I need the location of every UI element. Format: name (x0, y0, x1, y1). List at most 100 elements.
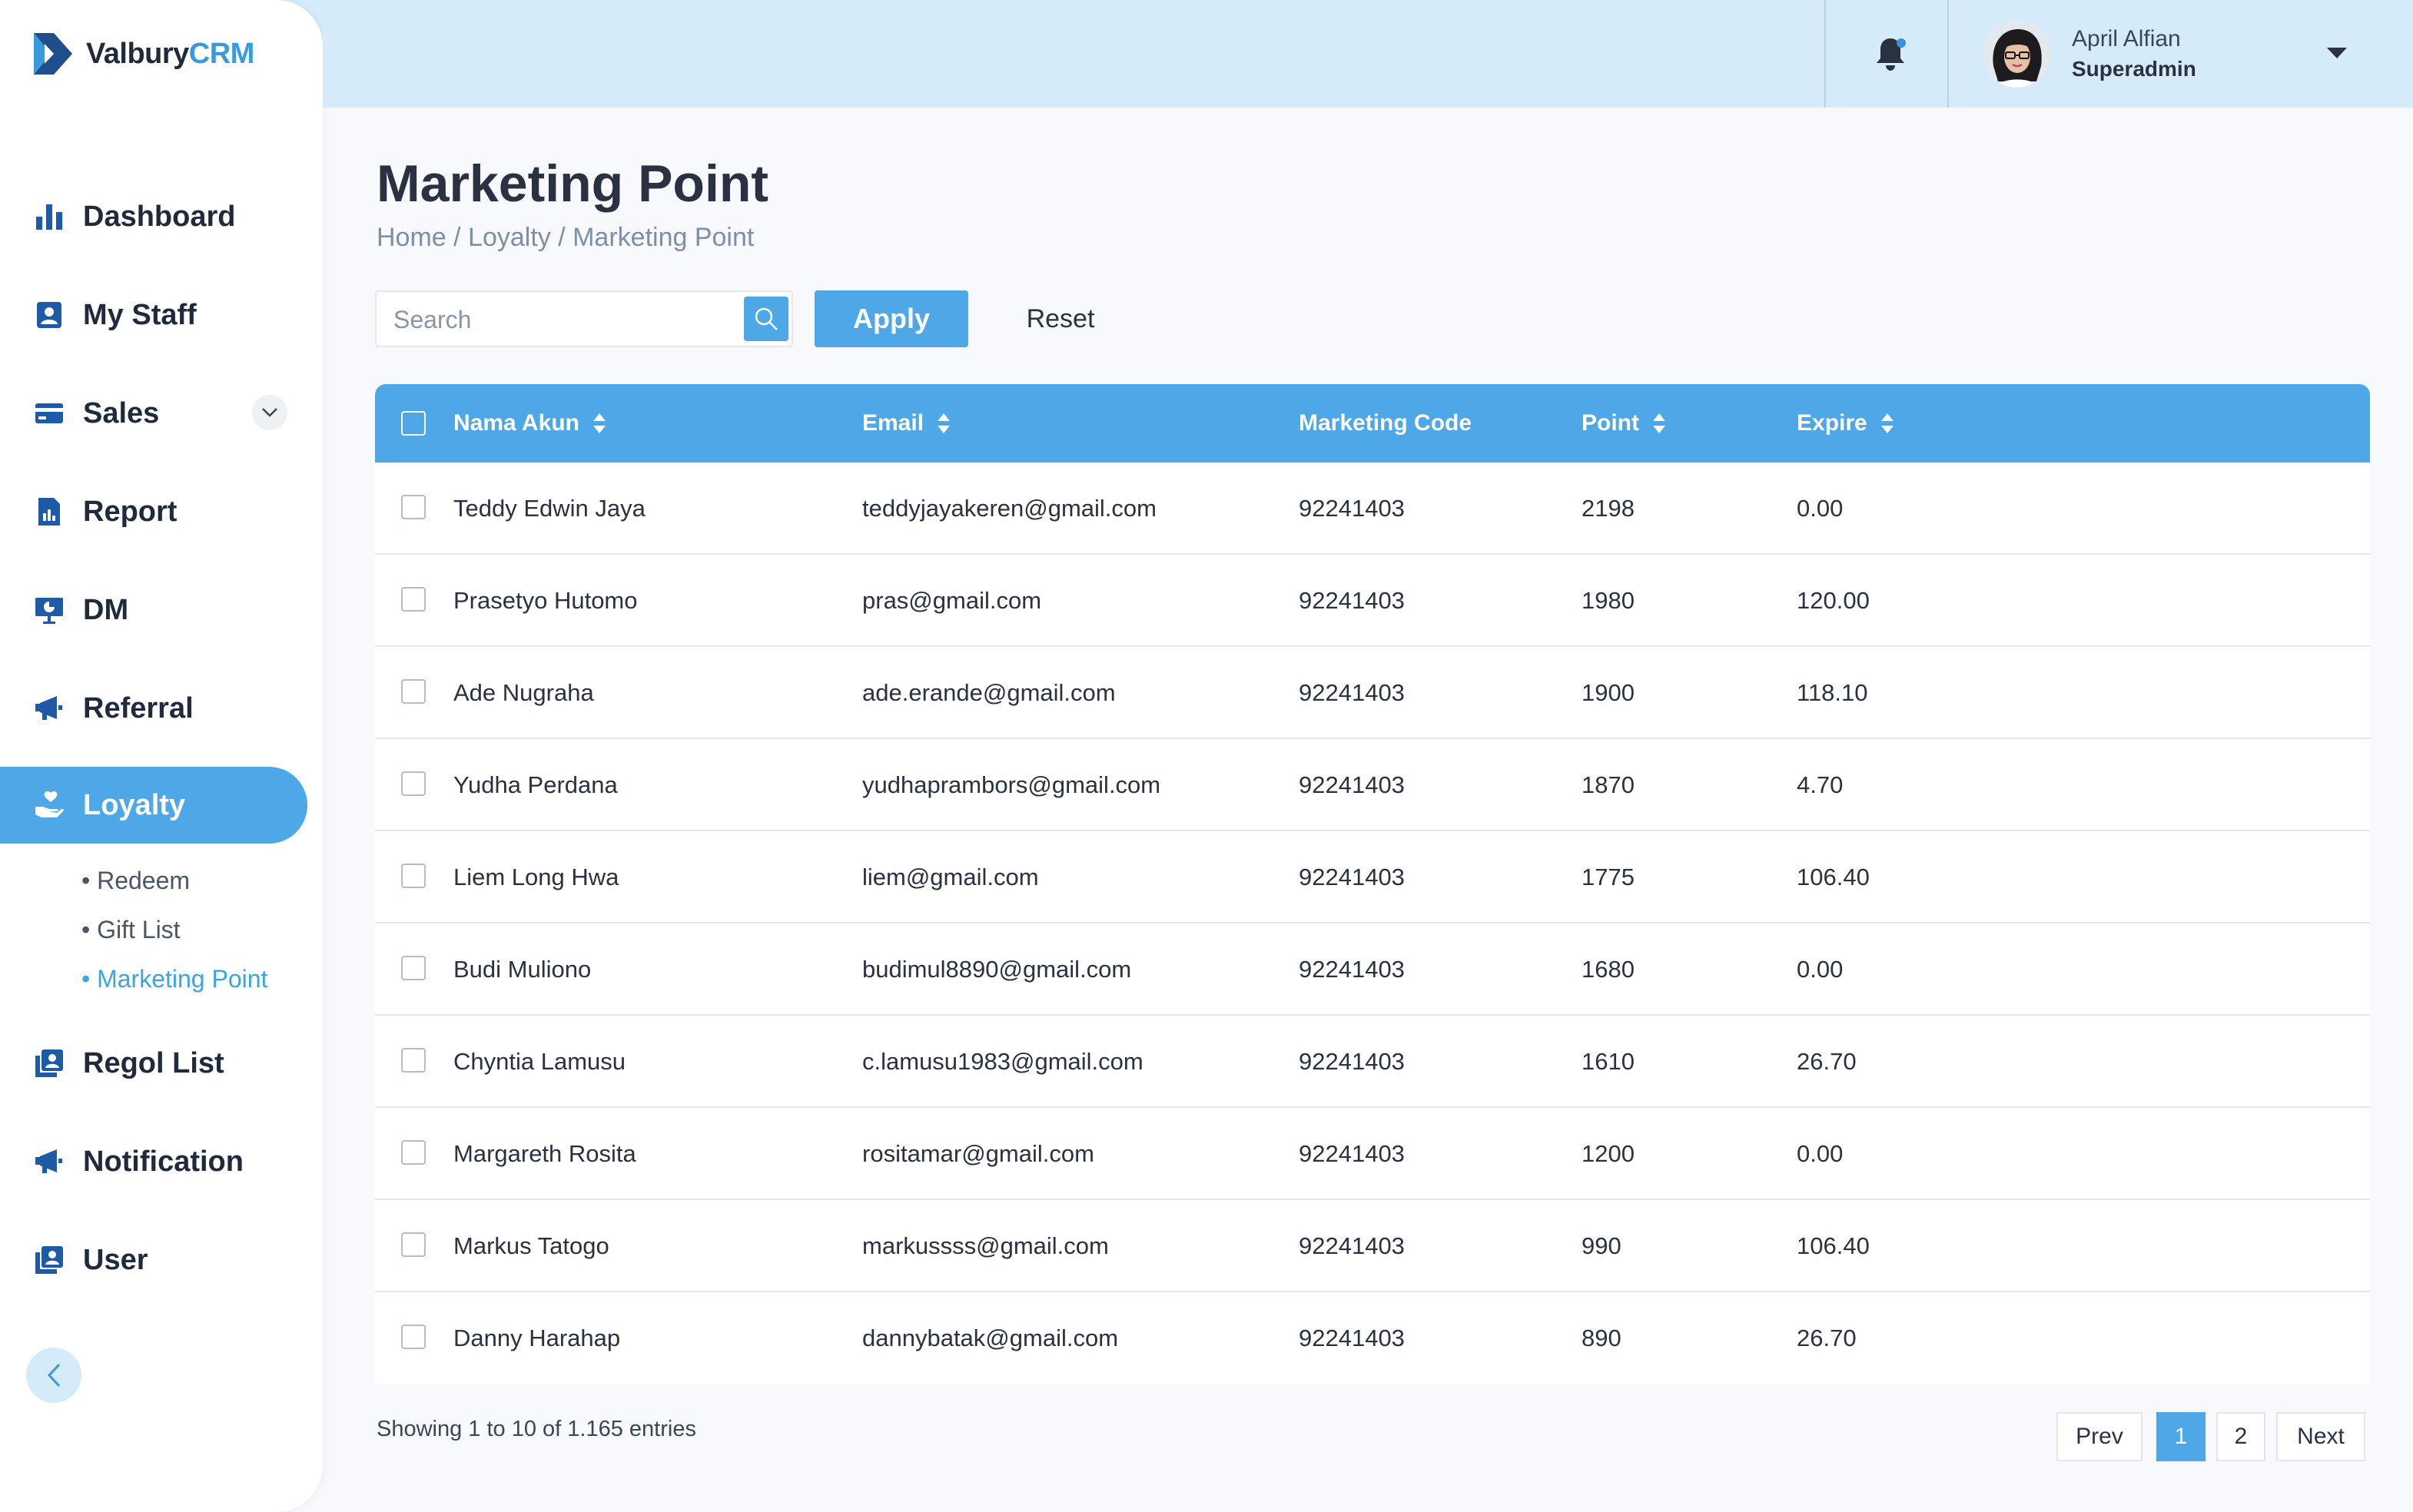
cell-email: c.lamusu1983@gmail.com (862, 1048, 1143, 1075)
megaphone-icon (32, 691, 66, 725)
cell-name: Markus Tatogo (453, 1232, 609, 1259)
column-header-point[interactable]: Point (1582, 384, 1665, 463)
notification-bell-icon[interactable] (1874, 35, 1907, 72)
select-all-checkbox[interactable] (401, 411, 426, 436)
sort-icon[interactable] (592, 413, 606, 433)
collapse-sidebar-button[interactable] (26, 1348, 81, 1403)
valbury-logo-icon (34, 33, 72, 75)
row-checkbox[interactable] (401, 771, 426, 796)
notification-dot (1897, 38, 1906, 48)
sidebar-item-label: Loyalty (83, 788, 186, 821)
avatar[interactable] (1983, 20, 2050, 88)
cell-expire: 26.70 (1797, 1048, 1857, 1075)
chevron-down-icon[interactable] (252, 395, 287, 430)
cell-point: 990 (1582, 1232, 1621, 1259)
sidebar-subitem-marketing-point[interactable]: • Marketing Point (81, 965, 267, 993)
cell-email: pras@gmail.com (862, 587, 1042, 614)
table-row[interactable]: Liem Long Hwa liem@gmail.com 92241403 1775 1… (375, 831, 2370, 923)
row-checkbox[interactable] (401, 1232, 426, 1257)
row-checkbox[interactable] (401, 864, 426, 888)
sidebar-item-dm[interactable]: DM (0, 572, 307, 648)
cell-expire: 0.00 (1797, 1140, 1844, 1167)
sidebar-item-label: User (83, 1243, 148, 1276)
sort-icon[interactable] (938, 413, 951, 433)
sidebar-subitem-gift-list[interactable]: • Gift List (81, 916, 181, 944)
table-row[interactable]: Chyntia Lamusu c.lamusu1983@gmail.com 9224… (375, 1016, 2370, 1108)
cell-marketing-code: 92241403 (1299, 771, 1405, 798)
row-checkbox[interactable] (401, 1048, 426, 1073)
cell-email: rositamar@gmail.com (862, 1140, 1094, 1167)
table-row[interactable]: Margareth Rosita rositamar@gmail.com 92241… (375, 1108, 2370, 1200)
sidebar-item-referral[interactable]: Referral (0, 670, 307, 747)
topbar (323, 0, 2413, 108)
breadcrumb[interactable]: Home / Loyalty / Marketing Point (377, 223, 754, 253)
column-header-email[interactable]: Email (862, 384, 951, 463)
sidebar-item-user[interactable]: User (0, 1222, 307, 1298)
marketing-point-table: Nama Akun Email Marketing Code Point Exp… (375, 384, 2370, 1384)
sidebar-item-notification[interactable]: Notification (0, 1123, 307, 1200)
cell-name: Prasetyo Hutomo (453, 587, 638, 614)
column-label: Email (862, 410, 924, 436)
row-checkbox[interactable] (401, 679, 426, 704)
sidebar-item-dashboard[interactable]: Dashboard (0, 178, 307, 255)
cell-marketing-code: 92241403 (1299, 1140, 1405, 1167)
cell-name: Teddy Edwin Jaya (453, 495, 646, 522)
search-button[interactable] (744, 297, 788, 341)
sidebar-item-loyalty[interactable]: Loyalty (0, 767, 307, 844)
column-header-marketing-code: Marketing Code (1299, 384, 1472, 463)
row-checkbox[interactable] (401, 587, 426, 612)
contacts-icon (32, 1046, 66, 1080)
reset-button[interactable]: Reset (1014, 290, 1107, 347)
row-checkbox[interactable] (401, 495, 426, 519)
report-icon (32, 495, 66, 529)
sidebar-item-label: Sales (83, 396, 160, 429)
page-1-button[interactable]: 1 (2156, 1412, 2206, 1461)
sidebar-item-label: My Staff (83, 298, 197, 331)
table-row[interactable]: Danny Harahap dannybatak@gmail.com 9224140… (375, 1292, 2370, 1384)
sidebar-item-label: Regol List (83, 1046, 224, 1079)
cell-expire: 26.70 (1797, 1325, 1857, 1351)
search-field[interactable] (375, 290, 793, 347)
table-row[interactable]: Yudha Perdana yudhaprambors@gmail.com 9224… (375, 739, 2370, 831)
table-row[interactable]: Prasetyo Hutomo pras@gmail.com 92241403 198… (375, 555, 2370, 647)
app-logo[interactable]: ValburyCRM (28, 29, 254, 78)
row-checkbox[interactable] (401, 956, 426, 980)
table-header: Nama Akun Email Marketing Code Point Exp… (375, 384, 2370, 463)
cell-email: budimul8890@gmail.com (862, 956, 1132, 983)
cell-marketing-code: 92241403 (1299, 1232, 1405, 1259)
table-row[interactable]: Budi Muliono budimul8890@gmail.com 9224140… (375, 923, 2370, 1016)
sidebar-item-my-staff[interactable]: My Staff (0, 277, 307, 353)
sort-icon[interactable] (1880, 413, 1894, 433)
topbar-divider (1824, 0, 1826, 108)
cell-point: 890 (1582, 1325, 1621, 1351)
sidebar-item-report[interactable]: Report (0, 473, 307, 550)
cell-point: 1775 (1582, 864, 1635, 890)
sort-icon[interactable] (1653, 413, 1665, 433)
row-checkbox[interactable] (401, 1140, 426, 1165)
row-checkbox[interactable] (401, 1325, 426, 1349)
prev-page-button[interactable]: Prev (2056, 1412, 2142, 1461)
column-header-expire[interactable]: Expire (1797, 384, 1894, 463)
sidebar-subitem-redeem[interactable]: • Redeem (81, 867, 190, 895)
cell-marketing-code: 92241403 (1299, 587, 1405, 614)
table-row[interactable]: Teddy Edwin Jaya teddyjayakeren@gmail.com… (375, 463, 2370, 555)
table-row[interactable]: Markus Tatogo markussss@gmail.com 92241403… (375, 1200, 2370, 1292)
search-input[interactable] (393, 303, 716, 337)
apply-button[interactable]: Apply (815, 290, 968, 347)
sidebar-item-regol-list[interactable]: Regol List (0, 1025, 307, 1102)
page-2-button[interactable]: 2 (2216, 1412, 2265, 1461)
sidebar-item-label: Referral (83, 691, 194, 724)
user-menu-caret-icon[interactable] (2327, 48, 2347, 58)
cell-email: ade.erande@gmail.com (862, 679, 1116, 706)
search-icon (755, 307, 778, 330)
hand-heart-icon (32, 788, 66, 822)
cell-expire: 120.00 (1797, 587, 1870, 614)
table-row[interactable]: Ade Nugraha ade.erande@gmail.com 92241403 1… (375, 647, 2370, 739)
next-page-button[interactable]: Next (2276, 1412, 2365, 1461)
user-role: Superadmin (2072, 57, 2196, 81)
column-header-nama-akun[interactable]: Nama Akun (453, 384, 606, 463)
cell-point: 1980 (1582, 587, 1635, 614)
cell-expire: 0.00 (1797, 495, 1844, 522)
cell-point: 1610 (1582, 1048, 1635, 1075)
cell-point: 1900 (1582, 679, 1635, 706)
